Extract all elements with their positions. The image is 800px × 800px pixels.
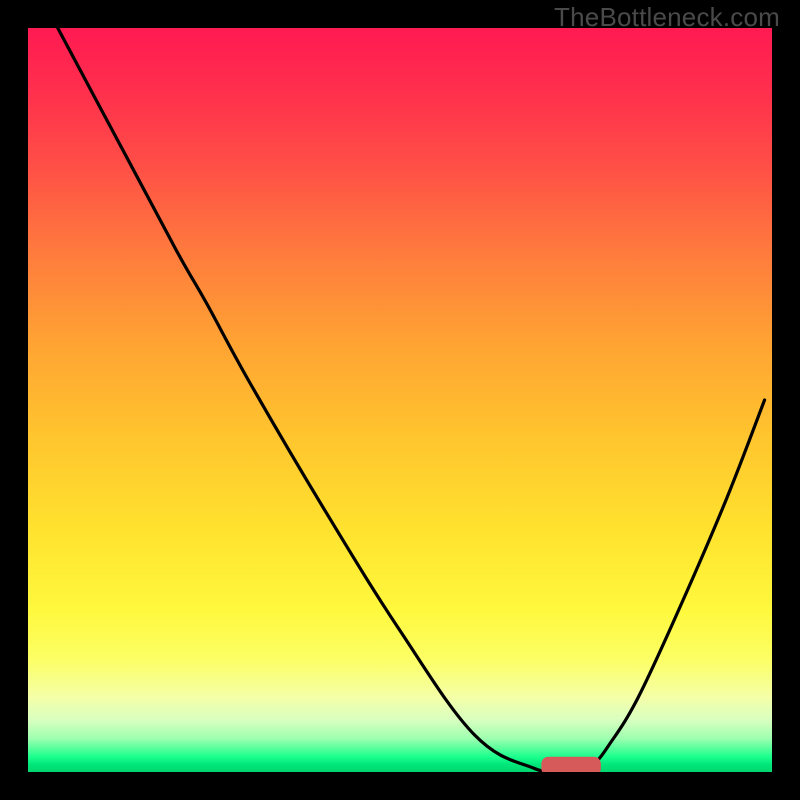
plot-area bbox=[28, 28, 772, 772]
bottleneck-curve bbox=[58, 28, 765, 772]
chart-container: TheBottleneck.com bbox=[0, 0, 800, 800]
chart-overlay bbox=[28, 28, 772, 772]
optimal-marker bbox=[541, 757, 601, 772]
